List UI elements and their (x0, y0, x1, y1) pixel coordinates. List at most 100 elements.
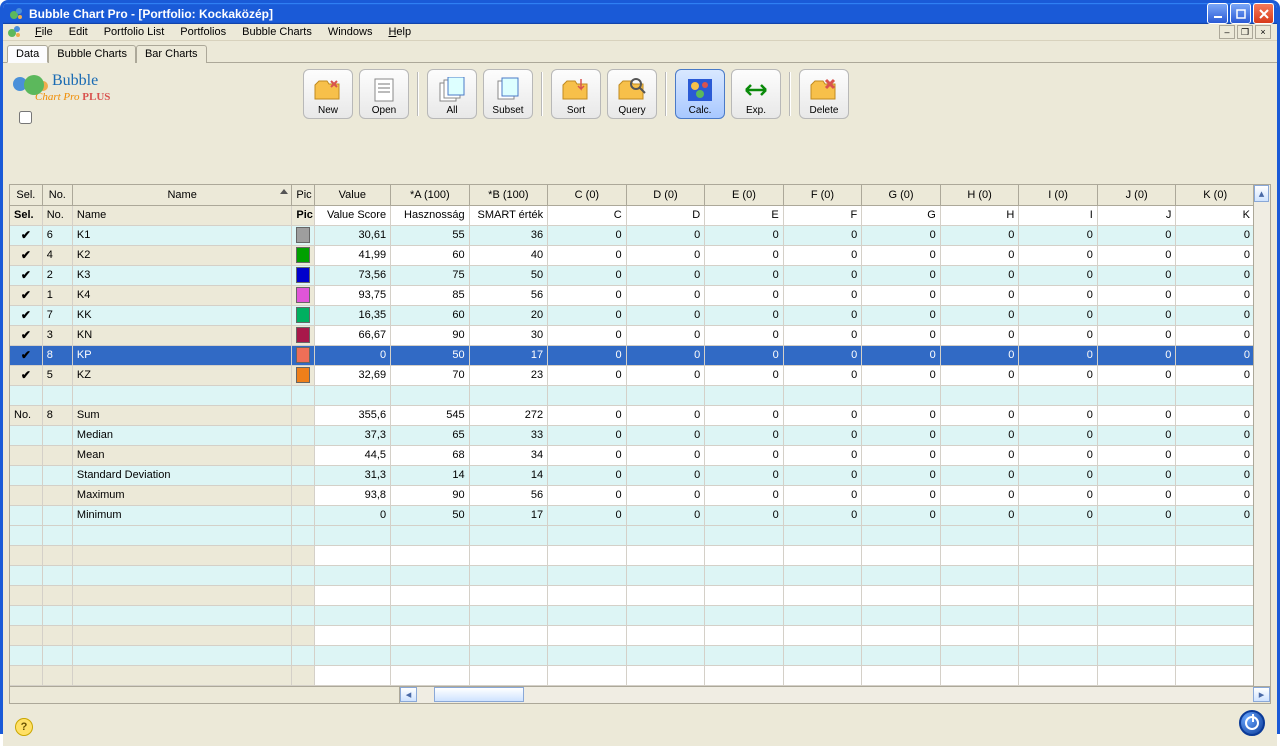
col-a[interactable]: *A (100) (391, 185, 470, 205)
col-g[interactable]: G (0) (862, 185, 941, 205)
delete-button[interactable]: Delete (799, 69, 849, 119)
all-button[interactable]: All (427, 69, 477, 119)
toggle-checkbox[interactable] (19, 111, 32, 124)
titlebar[interactable]: Bubble Chart Pro - [Portfolio: Kockaközé… (3, 3, 1277, 24)
toolbar-separator (541, 72, 543, 116)
new-folder-icon (312, 75, 344, 105)
grid-table: Sel. No. Name Pic Value *A (100) *B (100… (10, 185, 1255, 686)
scroll-thumb[interactable] (434, 687, 524, 702)
maximize-button[interactable] (1230, 3, 1251, 24)
col-i[interactable]: I (0) (1019, 185, 1098, 205)
minimize-button[interactable] (1207, 3, 1228, 24)
logo-line2: Chart Pro PLUS (35, 91, 110, 103)
mdi-restore-button[interactable]: ❐ (1237, 25, 1253, 39)
menu-edit[interactable]: Edit (61, 24, 96, 40)
col-b[interactable]: *B (100) (469, 185, 548, 205)
table-row (10, 525, 1255, 545)
app-icon (9, 6, 25, 22)
mdi-close-button[interactable]: × (1255, 25, 1271, 39)
data-grid: Sel. No. Name Pic Value *A (100) *B (100… (9, 184, 1271, 704)
col-sel[interactable]: Sel. (10, 185, 42, 205)
table-row[interactable]: ✔3KN 66,67903000 00000 00 (10, 325, 1255, 345)
power-button[interactable] (1239, 710, 1265, 736)
table-row[interactable]: ✔1K4 93,75855600 00000 00 (10, 285, 1255, 305)
table-row (10, 565, 1255, 585)
open-document-icon (368, 75, 400, 105)
toolbar-separator (665, 72, 667, 116)
col-no[interactable]: No. (42, 185, 72, 205)
new-button[interactable]: New (303, 69, 353, 119)
calc-bubble-icon (684, 75, 716, 105)
sort-button[interactable]: Sort (551, 69, 601, 119)
scroll-right-icon[interactable]: ▸ (1253, 687, 1270, 702)
table-row[interactable]: ✔4K2 41,99604000 00000 00 (10, 245, 1255, 265)
table-row[interactable]: ✔5KZ 32,69702300 00000 00 (10, 365, 1255, 385)
vertical-scrollbar[interactable]: ▴ (1253, 185, 1270, 686)
menu-help[interactable]: Help (380, 24, 419, 40)
open-button[interactable]: Open (359, 69, 409, 119)
expand-arrows-icon (740, 75, 772, 105)
window-title: Bubble Chart Pro - [Portfolio: Kockaközé… (29, 7, 1207, 21)
tab-bubble-charts[interactable]: Bubble Charts (48, 45, 136, 63)
toolbar-separator (789, 72, 791, 116)
col-e[interactable]: E (0) (705, 185, 784, 205)
scroll-left-icon[interactable]: ◂ (400, 687, 417, 702)
mdi-controls: – ❐ × (1219, 25, 1273, 39)
horizontal-scrollbar[interactable]: ◂ ▸ (10, 686, 1270, 703)
tab-bar-charts[interactable]: Bar Charts (136, 45, 207, 63)
summary-row: Median 37,3653300 00000 00 (10, 425, 1255, 445)
query-button[interactable]: Query (607, 69, 657, 119)
table-row[interactable]: ✔6K1 30,61553600 00000 00 (10, 225, 1255, 245)
scroll-up-icon[interactable]: ▴ (1254, 185, 1269, 202)
menu-file[interactable]: File (27, 24, 61, 40)
menubar: File Edit Portfolio List Portfolios Bubb… (3, 24, 1277, 41)
menu-file-label: ile (42, 26, 53, 38)
col-k[interactable]: K (0) (1176, 185, 1255, 205)
table-row (10, 585, 1255, 605)
summary-row: No.8Sum 355,654527200 00000 00 (10, 405, 1255, 425)
calc-button[interactable]: Calc. (675, 69, 725, 119)
table-row (10, 645, 1255, 665)
app-window: Bubble Chart Pro - [Portfolio: Kockaközé… (0, 0, 1280, 734)
summary-row: Standard Deviation 31,3141400 00000 00 (10, 465, 1255, 485)
subheader-row: Sel.No.NamePic Value Score Hasznosság SM… (10, 205, 1255, 225)
table-row (10, 605, 1255, 625)
menu-portfolio-list[interactable]: Portfolio List (96, 24, 173, 40)
menu-windows[interactable]: Windows (320, 24, 381, 40)
logo-bubbles-icon (13, 71, 48, 91)
mdi-minimize-button[interactable]: – (1219, 25, 1235, 39)
tab-data[interactable]: Data (7, 45, 48, 63)
query-search-icon (616, 75, 648, 105)
exp-button[interactable]: Exp. (731, 69, 781, 119)
toolbar-separator (417, 72, 419, 116)
subset-button[interactable]: Subset (483, 69, 533, 119)
col-f[interactable]: F (0) (783, 185, 862, 205)
col-value[interactable]: Value (314, 185, 391, 205)
table-row[interactable]: ✔8KP 0501700 00000 00 (10, 345, 1255, 365)
column-header-row: Sel. No. Name Pic Value *A (100) *B (100… (10, 185, 1255, 205)
menu-bubble-charts[interactable]: Bubble Charts (234, 24, 320, 40)
col-h[interactable]: H (0) (940, 185, 1019, 205)
col-j[interactable]: J (0) (1097, 185, 1176, 205)
toolbar: New Open All Subset Sort Query Calc. Exp… (303, 65, 849, 123)
logo: Bubble Chart Pro PLUS (9, 69, 159, 126)
menu-portfolios[interactable]: Portfolios (172, 24, 234, 40)
sort-asc-icon (280, 189, 288, 194)
workarea: Bubble Chart Pro PLUS New Open All Subse… (3, 63, 1277, 746)
table-row[interactable]: ✔7KK 16,35602000 00000 00 (10, 305, 1255, 325)
logo-line1: Bubble (52, 72, 98, 90)
close-button[interactable] (1253, 3, 1274, 24)
col-pic[interactable]: Pic (292, 185, 314, 205)
summary-row: Maximum 93,8905600 00000 00 (10, 485, 1255, 505)
table-row (10, 665, 1255, 685)
help-button[interactable]: ? (15, 718, 33, 736)
menubar-app-icon (7, 24, 23, 40)
col-c[interactable]: C (0) (548, 185, 627, 205)
footer: ? (9, 704, 1271, 740)
summary-row: Mean 44,5683400 00000 00 (10, 445, 1255, 465)
all-stack-icon (436, 75, 468, 105)
table-row[interactable]: ✔2K3 73,56755000 00000 00 (10, 265, 1255, 285)
col-d[interactable]: D (0) (626, 185, 705, 205)
col-name[interactable]: Name (72, 185, 291, 205)
summary-row: Minimum 0501700 00000 00 (10, 505, 1255, 525)
